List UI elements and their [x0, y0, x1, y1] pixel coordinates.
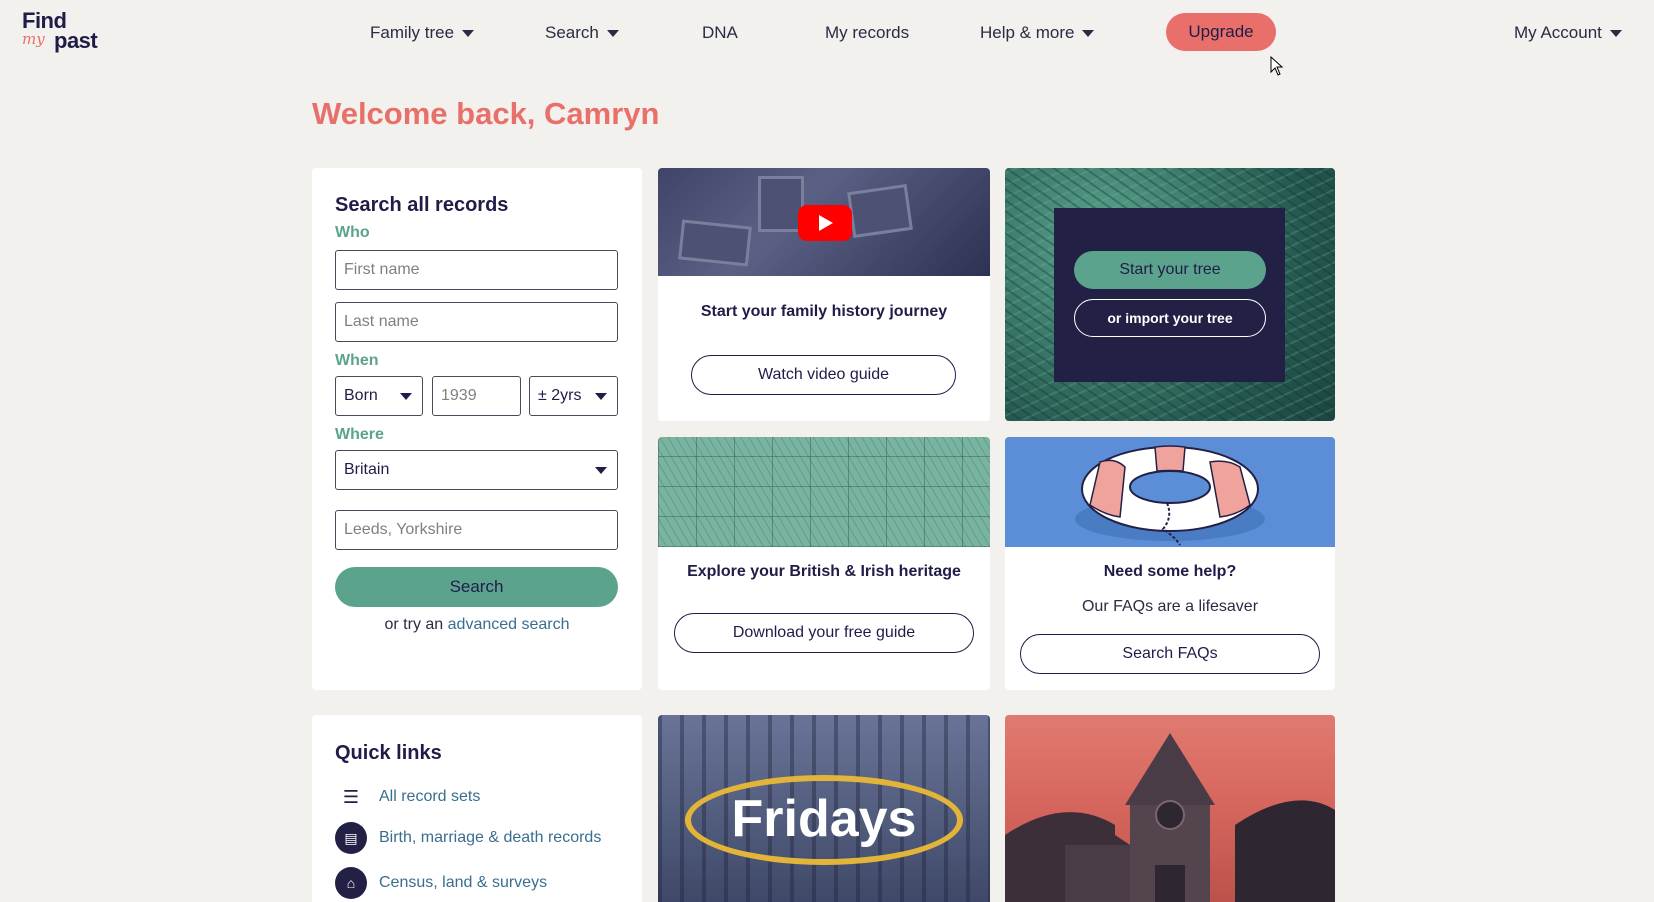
search-all-records-card: Search all records Who First name Last n…	[312, 168, 642, 690]
quick-link-label: All record sets	[379, 788, 481, 805]
youtube-play-icon[interactable]	[798, 205, 852, 241]
import-your-tree-button[interactable]: or import your tree	[1074, 299, 1266, 337]
advanced-search-link[interactable]: advanced search	[448, 616, 570, 633]
upgrade-button[interactable]: Upgrade	[1166, 13, 1276, 51]
country-value: Britain	[344, 461, 390, 478]
chevron-down-icon	[595, 467, 607, 474]
search-faqs-button[interactable]: Search FAQs	[1020, 634, 1320, 674]
my-account-label: My Account	[1514, 23, 1602, 42]
video-card-title: Start your family history journey	[700, 303, 948, 320]
quick-link-label: Birth, marriage & death records	[379, 829, 602, 846]
who-label: Who	[335, 224, 370, 241]
findmypast-fridays-card[interactable]: Fridays	[658, 715, 990, 902]
quick-link-census[interactable]: ⌂ Census, land & surveys	[335, 867, 547, 899]
heritage-card-title: Explore your British & Irish heritage	[687, 563, 961, 580]
watch-video-guide-button[interactable]: Watch video guide	[691, 355, 956, 395]
nav-search-label: Search	[545, 23, 599, 42]
welcome-heading: Welcome back, Camryn	[312, 96, 660, 131]
advanced-search-line: or try an advanced search	[312, 616, 642, 634]
search-button[interactable]: Search	[335, 567, 618, 607]
chevron-down-icon	[400, 393, 412, 400]
lifebuoy-image	[1005, 437, 1335, 547]
findmypast-logo[interactable]: Find my past	[22, 8, 110, 54]
chevron-down-icon	[606, 29, 619, 37]
list-icon: ☰	[342, 786, 360, 807]
year-range-select[interactable]: ± 2yrs	[529, 376, 618, 416]
event-type-select[interactable]: Born	[335, 376, 423, 416]
nav-my-records[interactable]: My records	[825, 20, 909, 46]
first-name-input[interactable]: First name	[335, 250, 618, 290]
location-input[interactable]: Leeds, Yorkshire	[335, 510, 618, 550]
when-label: When	[335, 352, 379, 369]
nav-help-more[interactable]: Help & more	[980, 20, 1095, 46]
church-image	[1005, 733, 1335, 902]
nav-my-records-label: My records	[825, 23, 910, 42]
quick-links-card: Quick links ☰ All record sets ▤ Birth, m…	[312, 715, 642, 902]
help-card-title: Need some help?	[1103, 563, 1237, 580]
event-type-value: Born	[344, 387, 378, 404]
nav-dna-label: DNA	[702, 23, 738, 42]
photo-frame-image	[847, 184, 913, 238]
map-image	[658, 437, 990, 547]
nav-family-tree-label: Family tree	[370, 23, 455, 42]
chevron-down-icon	[1609, 29, 1622, 37]
church-image-card[interactable]	[1005, 715, 1335, 902]
heritage-guide-card: Explore your British & Irish heritage Do…	[658, 437, 990, 690]
last-name-input[interactable]: Last name	[335, 302, 618, 342]
lifebuoy-icon	[1075, 445, 1265, 546]
search-card-title: Search all records	[335, 194, 509, 216]
document-icon: ▤	[335, 822, 367, 854]
quick-link-all-record-sets[interactable]: ☰ All record sets	[335, 781, 480, 813]
nav-dna[interactable]: DNA	[702, 20, 738, 46]
country-select[interactable]: Britain	[335, 450, 618, 490]
start-your-tree-button[interactable]: Start your tree	[1074, 251, 1266, 289]
video-guide-card: Start your family history journey Watch …	[658, 168, 990, 421]
house-icon: ⌂	[335, 867, 367, 899]
top-header: Find my past Family tree Search DNA My r…	[0, 0, 1654, 76]
chevron-down-icon	[462, 29, 475, 37]
download-guide-button[interactable]: Download your free guide	[674, 613, 974, 653]
quick-links-title: Quick links	[335, 742, 442, 764]
help-card-subtitle: Our FAQs are a lifesaver	[1081, 598, 1259, 615]
where-label: Where	[335, 426, 384, 443]
nav-search[interactable]: Search	[545, 20, 619, 46]
help-faq-card: Need some help? Our FAQs are a lifesaver…	[1005, 437, 1335, 690]
fridays-text: Fridays	[731, 790, 917, 848]
my-account-menu[interactable]: My Account	[1514, 20, 1622, 46]
tree-cta-panel: Start your tree or import your tree	[1054, 208, 1285, 382]
chevron-down-icon	[595, 393, 607, 400]
nav-help-more-label: Help & more	[980, 23, 1075, 42]
photo-frame-image	[678, 219, 752, 267]
year-input[interactable]: 1939	[432, 376, 521, 416]
mouse-cursor-icon	[1270, 56, 1284, 76]
video-thumbnail[interactable]	[658, 168, 990, 276]
start-tree-card: Start your tree or import your tree	[1005, 168, 1335, 421]
quick-link-bmd-records[interactable]: ▤ Birth, marriage & death records	[335, 822, 601, 854]
advanced-search-prefix: or try an	[384, 616, 444, 633]
nav-family-tree[interactable]: Family tree	[370, 20, 475, 46]
quick-link-label: Census, land & surveys	[379, 874, 548, 891]
chevron-down-icon	[1082, 29, 1095, 37]
year-range-value: ± 2yrs	[538, 387, 582, 404]
